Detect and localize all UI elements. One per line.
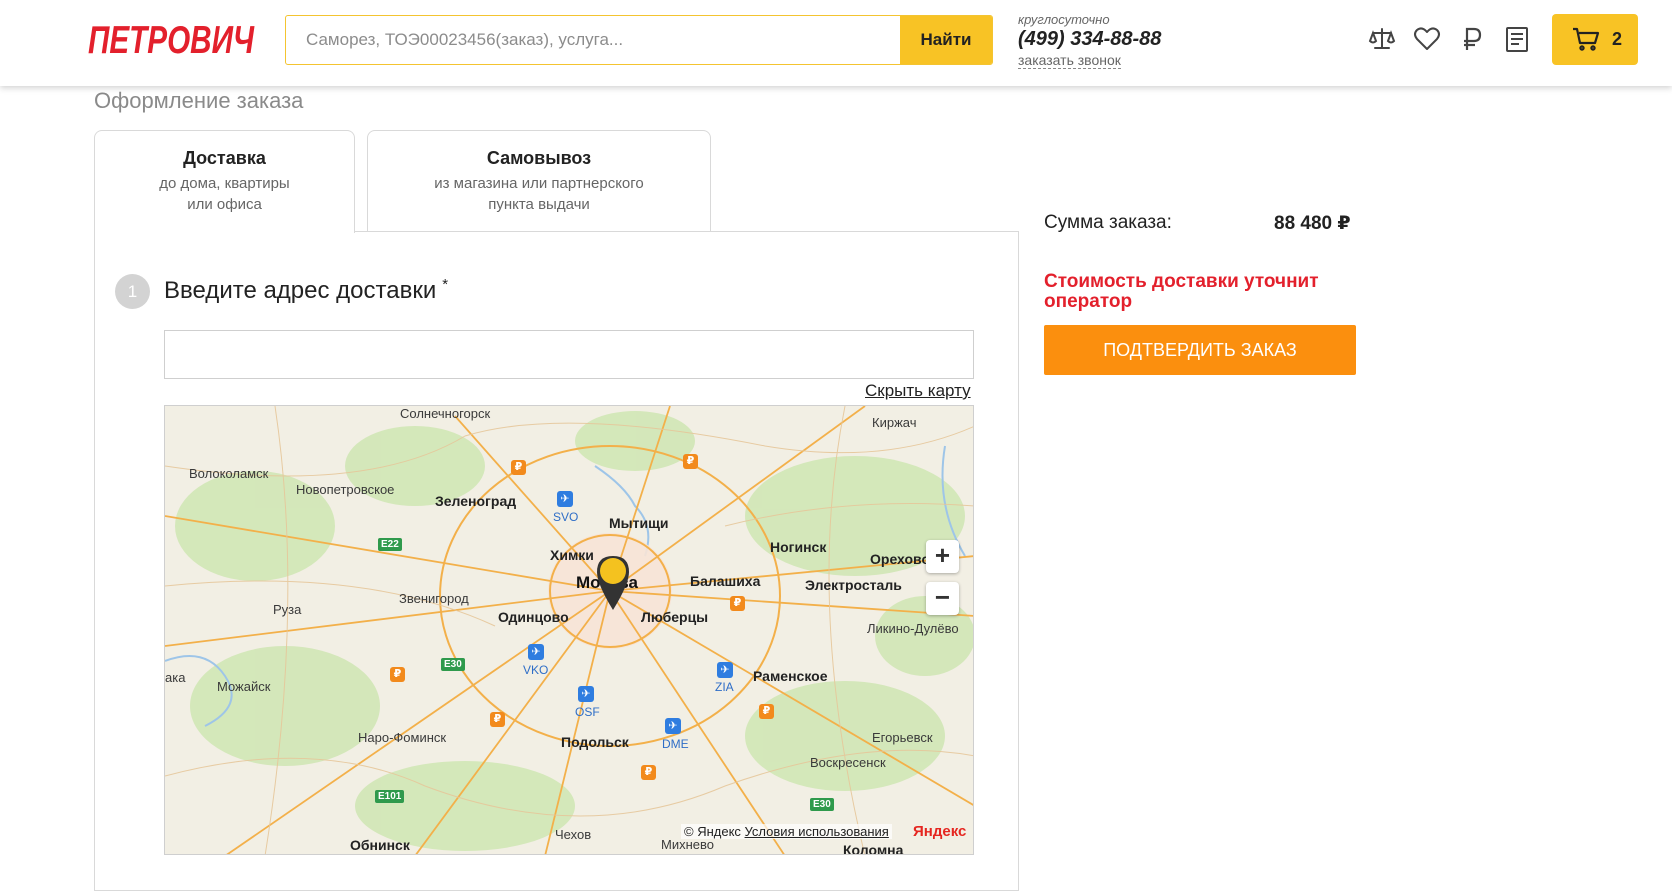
store-marker-icon[interactable]: ₽ [511, 460, 526, 475]
airport-svo: SVO [553, 510, 579, 524]
order-sum-label: Сумма заказа: [1044, 212, 1172, 233]
map-label-voskresensk: Воскресенск [810, 755, 886, 770]
map-copyright-text: © Яндекс [684, 824, 741, 839]
callback-link[interactable]: заказать звонок [1018, 52, 1121, 69]
map-label-ramenskoe: Раменское [753, 668, 828, 684]
search-input[interactable] [286, 16, 903, 64]
map-label-odintsovo: Одинцово [498, 609, 569, 625]
map-label-khimki: Химки [550, 547, 594, 563]
hide-map-link[interactable]: Скрыть карту [865, 381, 971, 401]
logo-text: ПЕТРОВИЧ [88, 19, 255, 62]
required-mark: * [442, 276, 449, 293]
airport-dme: DME [662, 737, 689, 751]
road-shield-e101: E101 [375, 790, 405, 803]
tab-delivery-subtitle: до дома, квартиры или офиса [95, 173, 354, 215]
map-label-naro-fominsk: Наро-Фоминск [358, 730, 447, 745]
phone-caption: круглосуточно [1018, 12, 1110, 27]
tab-pickup-title: Самовывоз [486, 148, 592, 168]
map-label-ruza: Руза [273, 602, 302, 617]
map-label-volokolamsk: Волоколамск [189, 466, 269, 481]
search-box: Найти [285, 15, 993, 65]
yandex-logo[interactable]: Яндекс [913, 823, 966, 840]
tab-pickup[interactable]: Самовывоз из магазина или партнерского п… [367, 130, 711, 232]
map-label-lyubertsy: Люберцы [641, 609, 709, 625]
map-label-likino: Ликино-Дулёво [867, 621, 959, 636]
map-label-novopetrovskoe: Новопетровское [296, 482, 395, 497]
orders-list-icon[interactable] [1503, 25, 1531, 53]
road-shield-e22: E22 [378, 538, 402, 551]
map-label-noginsk: Ногинск [770, 539, 827, 555]
map-label-mikhnevo: Михнево [661, 837, 714, 852]
panel-divider [354, 231, 1019, 232]
airport-plane-icon: ✈ [578, 686, 594, 702]
map-label-edge-ka: ака [165, 670, 186, 685]
yandex-map[interactable]: Солнечногорск Киржач Волоколамск Новопет… [164, 405, 974, 855]
site-header: ПЕТРОВИЧ Найти круглосуточно (499) 334-8… [0, 0, 1672, 86]
map-label-elektrostal: Электросталь [805, 577, 902, 593]
store-marker-icon[interactable]: ₽ [490, 712, 505, 727]
road-shield-e30: E30 [441, 658, 465, 671]
map-label-balashikha: Балашиха [690, 573, 761, 589]
map-label-mytishchi: Мытищи [609, 515, 669, 531]
map-label-solnechnogorsk: Солнечногорск [400, 406, 491, 421]
cart-icon [1573, 27, 1600, 51]
compare-scales-icon[interactable] [1368, 25, 1396, 53]
confirm-order-button[interactable]: ПОДТВЕРДИТЬ ЗАКАЗ [1044, 325, 1356, 375]
airport-zia: ZIA [715, 680, 734, 694]
airport-vko: VKO [523, 663, 549, 677]
store-marker-icon[interactable]: ₽ [759, 704, 774, 719]
airport-plane-icon: ✈ [665, 718, 681, 734]
favorites-heart-icon[interactable] [1413, 25, 1441, 53]
page-title: Оформление заказа [94, 88, 304, 113]
store-marker-icon[interactable]: ₽ [390, 667, 405, 682]
map-label-zvenigorod: Звенигород [399, 591, 469, 606]
tab-pickup-subtitle: из магазина или партнерского пункта выда… [368, 173, 710, 215]
map-label-kirzhach: Киржач [872, 415, 917, 430]
map-copyright: © Яндекс Условия использования [681, 824, 892, 839]
map-pin-icon[interactable] [595, 554, 631, 612]
address-input[interactable] [164, 330, 974, 379]
phone-number[interactable]: (499) 334-88-88 [1018, 28, 1161, 51]
cart-count-badge: 2 [1612, 29, 1623, 49]
map-label-obninsk: Обнинск [350, 837, 410, 853]
map-label-zelenograd: Зеленоград [435, 493, 517, 509]
map-label-podolsk: Подольск [561, 734, 629, 750]
step-title: Введите адрес доставки * [164, 276, 448, 305]
map-label-orekhovo: Орехово [870, 551, 931, 567]
airport-plane-icon: ✈ [557, 491, 573, 507]
store-marker-icon[interactable]: ₽ [641, 765, 656, 780]
step-number-badge: 1 [115, 274, 150, 309]
map-background [165, 406, 973, 854]
delivery-cost-note: Стоимость доставки уточнит оператор [1044, 271, 1319, 312]
search-button[interactable]: Найти [900, 16, 992, 64]
cart-button[interactable]: 2 [1552, 14, 1638, 65]
map-label-chekhov: Чехов [555, 827, 592, 842]
zoom-in-button[interactable]: + [926, 540, 959, 573]
tab-pickup-sub-line2: пункта выдачи [488, 196, 590, 213]
tab-delivery[interactable]: Доставка до дома, квартиры или офиса [94, 130, 355, 233]
road-shield-e30: E30 [810, 798, 834, 811]
tab-delivery-sub-line2: или офиса [187, 196, 262, 213]
zoom-out-button[interactable]: − [926, 582, 959, 615]
map-label-kolomna: Коломна [843, 842, 904, 855]
phone-block: круглосуточно (499) 334-88-88 заказать з… [1018, 12, 1161, 70]
map-label-egorievsk: Егорьевск [872, 730, 933, 745]
step-title-text: Введите адрес доставки [164, 277, 437, 304]
ruble-icon[interactable] [1458, 25, 1486, 53]
store-marker-icon[interactable]: ₽ [730, 596, 745, 611]
petrovich-logo[interactable]: ПЕТРОВИЧ [86, 14, 258, 64]
tab-delivery-title: Доставка [183, 148, 266, 168]
map-terms-link[interactable]: Условия использования [745, 824, 889, 839]
airport-plane-icon: ✈ [528, 644, 544, 660]
order-sum-value: 88 480 ₽ [1274, 213, 1351, 234]
airport-plane-icon: ✈ [717, 662, 733, 678]
tab-pickup-sub-line1: из магазина или партнерского [434, 175, 644, 192]
store-marker-icon[interactable]: ₽ [683, 454, 698, 469]
map-label-mozhaysk: Можайск [217, 679, 271, 694]
airport-osf: OSF [575, 705, 600, 719]
tab-delivery-sub-line1: до дома, квартиры [159, 175, 290, 192]
